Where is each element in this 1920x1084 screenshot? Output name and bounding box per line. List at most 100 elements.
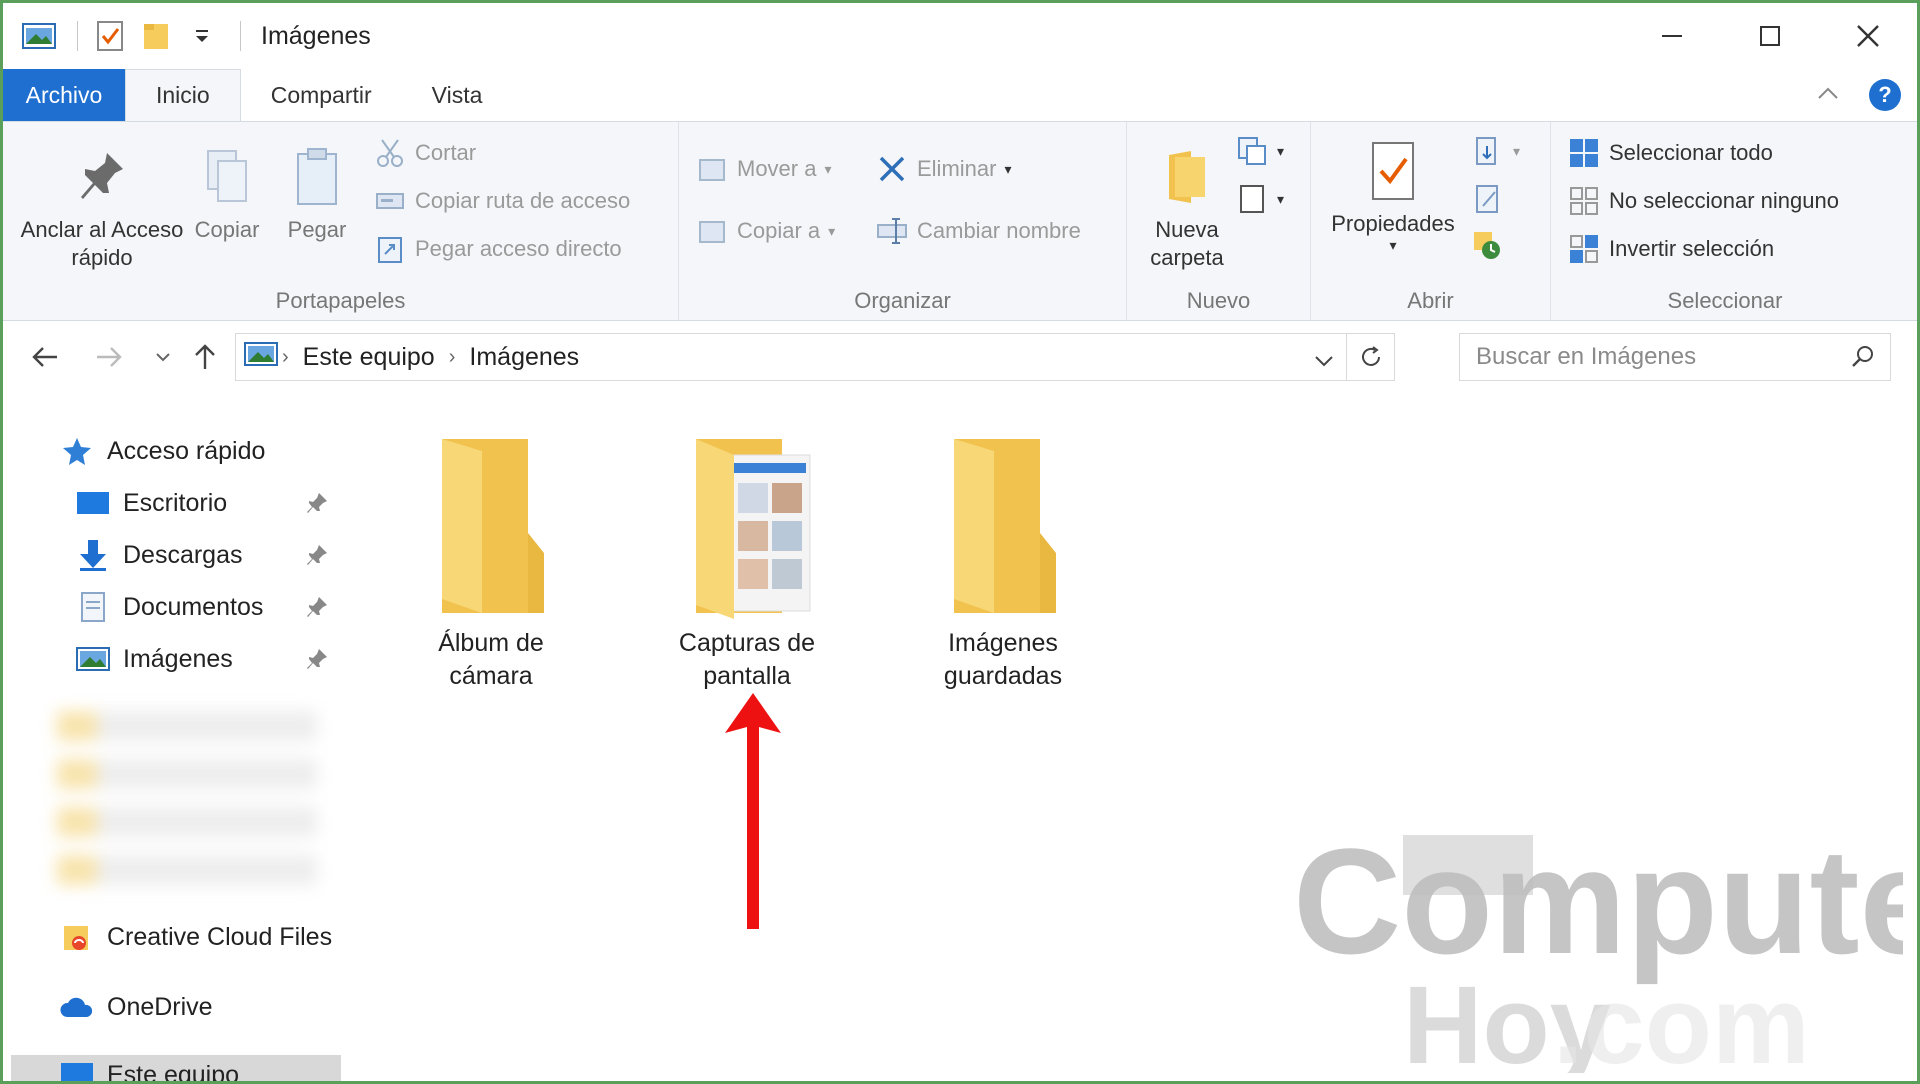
customize-toolbar-icon[interactable]	[182, 16, 222, 56]
sidebar-label: Imágenes	[123, 644, 233, 673]
tab-archivo[interactable]: Archivo	[3, 69, 125, 121]
onedrive-cloud-icon	[57, 989, 97, 1025]
refresh-icon[interactable]	[1346, 334, 1394, 380]
paste-button[interactable]: Pegar	[277, 142, 357, 244]
group-nuevo: Nueva carpeta ▾ ▾ Nuevo	[1127, 122, 1311, 322]
window-app-icon[interactable]	[19, 16, 59, 56]
paste-shortcut-icon	[373, 232, 407, 266]
properties-label: Propiedades	[1331, 211, 1455, 236]
cut-button[interactable]: Cortar	[373, 136, 476, 170]
folder-capturas-de-pantalla[interactable]: Capturas de pantalla	[637, 433, 857, 693]
file-explorer-window: Imágenes Archivo Inicio Compartir Vista …	[0, 0, 1920, 1084]
folder-album-de-camara[interactable]: Álbum de cámara	[381, 433, 601, 693]
collapse-ribbon-icon[interactable]	[1817, 86, 1839, 105]
copy-path-button[interactable]: Copiar ruta de acceso	[373, 184, 630, 218]
window-controls	[1623, 3, 1917, 69]
tab-inicio[interactable]: Inicio	[125, 69, 241, 121]
select-all-icon	[1567, 136, 1601, 170]
folder-imagenes-guardadas[interactable]: Imágenes guardadas	[893, 433, 1113, 693]
delete-button[interactable]: Eliminar ▾	[875, 152, 1012, 186]
sidebar-item-descargas[interactable]: Descargas	[73, 537, 343, 573]
new-item-button[interactable]: ▾	[1235, 134, 1284, 168]
group-seleccionar: Seleccionar todo No seleccionar ninguno …	[1551, 122, 1899, 322]
svg-text:Computer: Computer	[1293, 823, 1903, 985]
group-label-seleccionar: Seleccionar	[1667, 288, 1783, 313]
folder-name-line1: Capturas de	[678, 629, 816, 657]
copy-to-button[interactable]: Copiar a ▾	[695, 214, 835, 248]
creative-cloud-folder-icon	[57, 919, 97, 955]
select-none-label: No seleccionar ninguno	[1609, 188, 1839, 213]
invert-selection-button[interactable]: Invertir selección	[1567, 232, 1774, 266]
address-bar[interactable]: › Este equipo › Imágenes	[235, 333, 1395, 381]
rename-button[interactable]: Cambiar nombre	[875, 214, 1081, 248]
maximize-button[interactable]	[1721, 3, 1819, 69]
pin-icon	[72, 142, 132, 212]
invert-selection-icon	[1567, 232, 1601, 266]
search-placeholder: Buscar en Imágenes	[1476, 343, 1697, 370]
properties-button[interactable]: Propiedades ▾	[1321, 136, 1465, 252]
move-to-label: Mover a	[737, 156, 817, 181]
toolbar-separator	[240, 21, 241, 51]
copy-button[interactable]: Copiar	[187, 142, 267, 244]
new-folder-button[interactable]: Nueva carpeta	[1137, 142, 1237, 272]
sidebar-item-escritorio[interactable]: Escritorio	[73, 485, 343, 521]
open-button[interactable]: ▾	[1471, 134, 1520, 168]
sidebar-item-creative-cloud[interactable]: Creative Cloud Files	[57, 919, 332, 955]
folder-name-line1: Álbum de	[438, 629, 544, 657]
ribbon-panel: Anclar al Acceso rápido Copiar Pegar Cor…	[3, 121, 1917, 322]
pin-quick-access-button[interactable]: Anclar al Acceso rápido	[17, 142, 187, 272]
pictures-location-icon	[244, 341, 278, 374]
minimize-button[interactable]	[1623, 3, 1721, 69]
sidebar-item-documentos[interactable]: Documentos	[73, 589, 343, 625]
copy-path-label: Copiar ruta de acceso	[415, 188, 631, 213]
move-to-dropdown-icon: ▾	[824, 160, 832, 177]
computer-icon	[57, 1057, 97, 1081]
new-folder-quick-icon[interactable]	[136, 16, 176, 56]
up-button[interactable]	[185, 339, 225, 375]
pin-quick-access-label: Anclar al Acceso rápido	[20, 217, 184, 270]
edit-button[interactable]	[1471, 182, 1513, 216]
quick-access-toolbar: Imágenes	[3, 3, 371, 69]
history-button[interactable]	[1471, 228, 1513, 262]
select-none-icon	[1567, 184, 1601, 218]
sidebar-item-quick-access[interactable]: Acceso rápido	[57, 433, 265, 469]
sidebar-item-este-equipo[interactable]: Este equipo	[57, 1057, 239, 1081]
breadcrumb-este-equipo[interactable]: Este equipo	[303, 343, 435, 372]
delete-label: Eliminar	[917, 156, 997, 181]
recent-locations-button[interactable]	[143, 339, 183, 375]
select-all-label: Seleccionar todo	[1609, 140, 1773, 165]
select-all-button[interactable]: Seleccionar todo	[1567, 136, 1773, 170]
select-none-button[interactable]: No seleccionar ninguno	[1567, 184, 1839, 218]
sidebar-item-onedrive[interactable]: OneDrive	[57, 989, 213, 1025]
pin-icon	[307, 493, 327, 513]
rename-icon	[875, 214, 909, 248]
pictures-icon	[73, 641, 113, 677]
paste-shortcut-button[interactable]: Pegar acceso directo	[373, 232, 622, 266]
sidebar-item-imagenes[interactable]: Imágenes	[73, 641, 343, 677]
properties-icon	[1363, 136, 1423, 206]
ribbon-right-controls: ?	[1817, 79, 1901, 111]
sidebar-label: Documentos	[123, 592, 264, 621]
group-label-abrir: Abrir	[1407, 288, 1454, 313]
move-to-button[interactable]: Mover a ▾	[695, 152, 832, 186]
close-button[interactable]	[1819, 3, 1917, 69]
help-icon[interactable]: ?	[1869, 79, 1901, 111]
search-icon[interactable]	[1850, 344, 1876, 377]
sidebar-label: Acceso rápido	[107, 436, 266, 465]
folder-icon	[442, 439, 544, 613]
address-dropdown-icon[interactable]	[1314, 346, 1334, 375]
easy-access-button[interactable]: ▾	[1235, 182, 1284, 216]
search-input[interactable]: Buscar en Imágenes	[1459, 333, 1891, 381]
new-folder-label: Nueva carpeta	[1150, 217, 1224, 270]
forward-button[interactable]	[89, 339, 129, 375]
edit-icon	[1471, 182, 1505, 216]
sidebar-label: Escritorio	[123, 488, 228, 517]
properties-quick-icon[interactable]	[90, 16, 130, 56]
tab-vista[interactable]: Vista	[402, 69, 513, 121]
tab-compartir[interactable]: Compartir	[241, 69, 402, 121]
breadcrumb-imagenes[interactable]: Imágenes	[469, 343, 579, 372]
delete-dropdown-icon: ▾	[1004, 160, 1012, 177]
back-button[interactable]	[25, 339, 65, 375]
group-organizar: Mover a ▾ Copiar a ▾ Eliminar ▾ Cambiar …	[679, 122, 1127, 322]
title-bar: Imágenes	[3, 3, 1917, 69]
